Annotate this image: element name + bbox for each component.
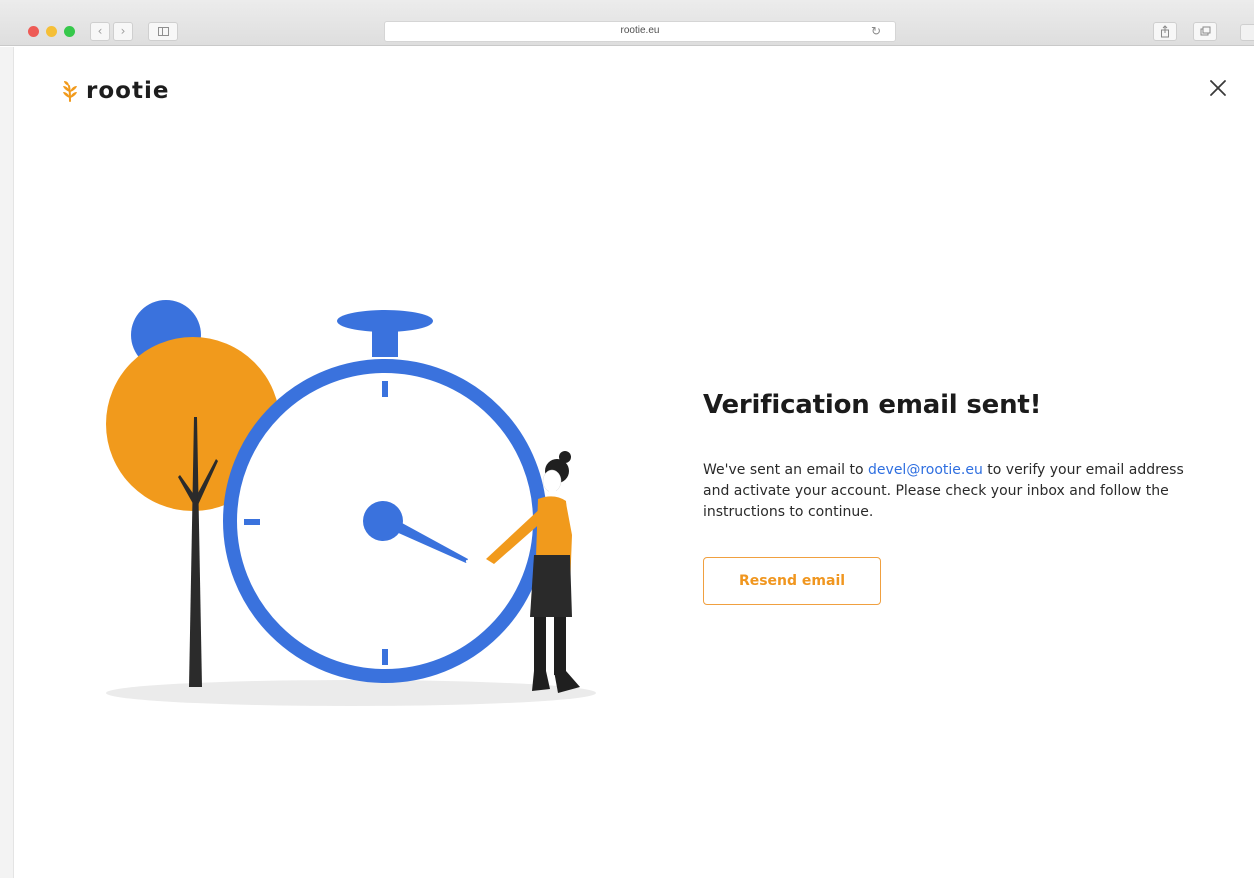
window-close-dot[interactable] [28,26,39,37]
stopwatch-illustration [106,300,596,706]
browser-toolbar: ‹ › rootie.eu ↻ [0,0,1254,46]
sidebar-icon [158,27,169,36]
message-intro: We've sent an email to [703,462,869,478]
ground-shadow [106,680,596,706]
tabs-icon [1200,26,1211,36]
tick-12 [382,381,388,397]
tick-9 [244,519,260,525]
stopwatch-stem [372,327,398,357]
address-bar[interactable]: rootie.eu ↻ [384,21,896,42]
page-title: Verification email sent! [703,390,1042,420]
page: rootie Verification email sent! We've se… [14,47,1254,878]
forward-button[interactable]: › [113,22,133,41]
brand-name: rootie [86,78,170,104]
sidebar-toggle-button[interactable] [148,22,178,41]
chevron-right-icon: › [120,24,126,38]
close-button[interactable] [1207,77,1229,99]
address-url: rootie.eu [620,25,660,36]
verification-message: We've sent an email to devel@rootie.eu t… [703,460,1203,523]
brand-logo[interactable]: rootie [61,77,169,105]
tabs-button[interactable] [1193,22,1217,41]
chevron-left-icon: ‹ [97,24,103,38]
new-tab-button[interactable] [1240,24,1254,41]
window-minimize-dot[interactable] [46,26,57,37]
email-link[interactable]: devel@rootie.eu [868,462,983,478]
back-button[interactable]: ‹ [90,22,110,41]
tick-6 [382,649,388,665]
share-button[interactable] [1153,22,1177,41]
close-icon [1210,80,1226,96]
reload-icon[interactable]: ↻ [871,24,881,38]
share-icon [1161,25,1169,38]
window-zoom-dot[interactable] [64,26,75,37]
verification-panel: Verification email sent! We've sent an e… [703,390,1223,605]
wheat-leaf-icon [63,81,77,102]
window-left-edge [0,47,14,878]
resend-email-button[interactable]: Resend email [703,557,881,605]
